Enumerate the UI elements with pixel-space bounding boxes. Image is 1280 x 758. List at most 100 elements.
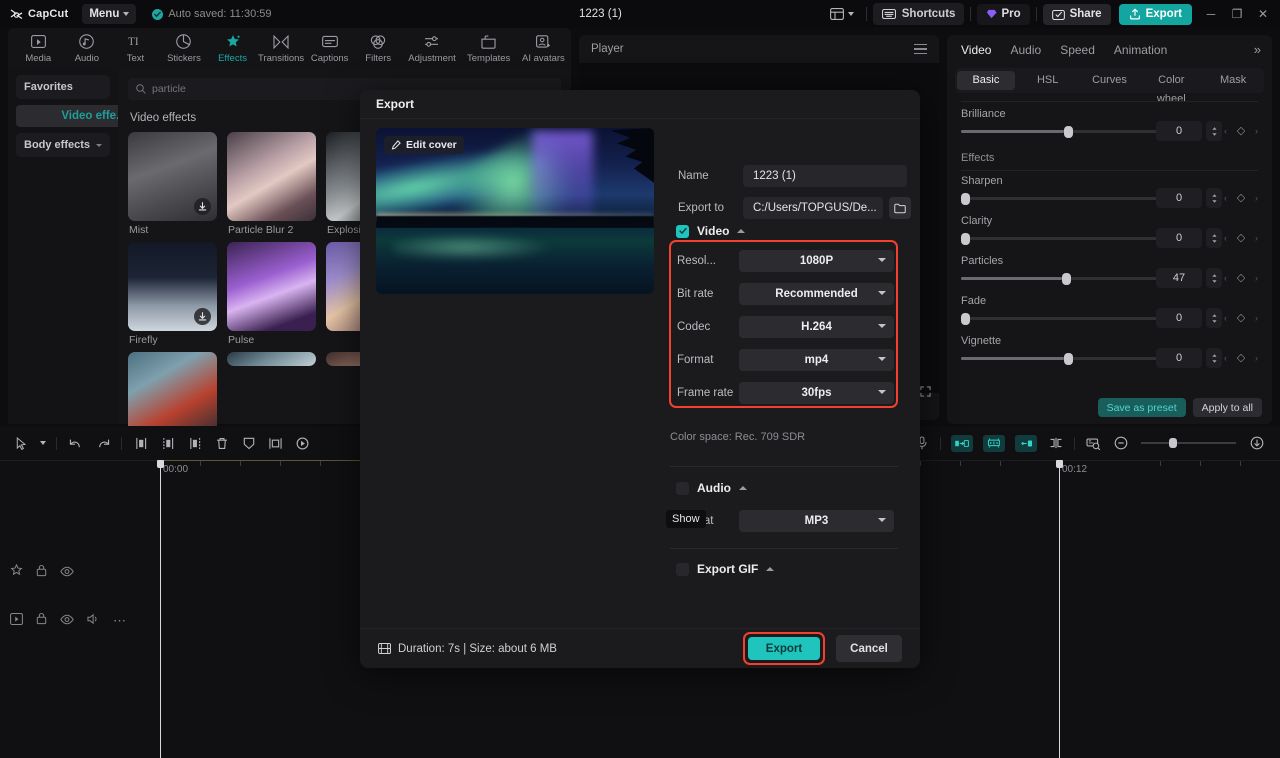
- vignette-value[interactable]: 0: [1156, 348, 1202, 368]
- video-section-header[interactable]: Video: [676, 224, 745, 238]
- redo-tool[interactable]: [89, 426, 116, 460]
- keyframe-controls[interactable]: ‹◇›: [1224, 230, 1258, 245]
- stepper-icon[interactable]: [1206, 121, 1222, 141]
- tab-video[interactable]: Video: [961, 43, 991, 57]
- shortcuts-button[interactable]: Shortcuts: [873, 3, 965, 25]
- minimize-button[interactable]: ─: [1198, 0, 1224, 28]
- visibility-icon[interactable]: [60, 612, 74, 630]
- sidebar-item-favorites[interactable]: Favorites: [16, 75, 110, 99]
- effect-card[interactable]: Firefly: [128, 242, 223, 346]
- sharpen-value[interactable]: 0: [1156, 188, 1202, 208]
- tab-speed[interactable]: Speed: [1060, 43, 1095, 57]
- stepper-icon[interactable]: [1206, 308, 1222, 328]
- particles-value[interactable]: 47: [1156, 268, 1202, 288]
- download-icon[interactable]: [194, 198, 211, 215]
- delete-tool[interactable]: [208, 426, 235, 460]
- reverse-tool[interactable]: [1010, 426, 1042, 460]
- visibility-icon[interactable]: [60, 564, 74, 582]
- subtab-color-wheel[interactable]: Color wheel: [1142, 71, 1200, 90]
- export-button-top[interactable]: Export: [1119, 4, 1192, 25]
- stepper-icon[interactable]: [1206, 188, 1222, 208]
- bitrate-select[interactable]: Recommended: [739, 283, 894, 305]
- nav-item-stickers[interactable]: Stickers: [160, 34, 209, 64]
- pro-button[interactable]: Pro: [977, 4, 1029, 25]
- effect-card[interactable]: Particle Blur 2: [227, 132, 322, 236]
- nav-item-audio[interactable]: Audio: [63, 34, 112, 64]
- chevron-up-icon[interactable]: [737, 229, 745, 233]
- playhead-secondary[interactable]: [1059, 460, 1060, 758]
- effect-track-icon[interactable]: [10, 564, 23, 582]
- stepper-icon[interactable]: [1206, 228, 1222, 248]
- gif-checkbox[interactable]: [676, 563, 689, 576]
- format-select[interactable]: mp4: [739, 349, 894, 371]
- chevron-up-icon[interactable]: [739, 486, 747, 490]
- cancel-button[interactable]: Cancel: [836, 635, 902, 662]
- split-tool[interactable]: [127, 426, 154, 460]
- undo-tool[interactable]: [62, 426, 89, 460]
- clarity-slider[interactable]: [961, 237, 1175, 240]
- share-button[interactable]: Share: [1043, 4, 1111, 25]
- effect-card[interactable]: Pulse: [227, 242, 322, 346]
- nav-item-ai-avatars[interactable]: AI avatars: [516, 34, 571, 64]
- keyframe-controls[interactable]: ‹◇›: [1224, 270, 1258, 285]
- trim-right-tool[interactable]: [181, 426, 208, 460]
- nav-item-effects[interactable]: Effects: [208, 34, 257, 64]
- apply-to-all-button[interactable]: Apply to all: [1193, 398, 1262, 417]
- name-field[interactable]: 1223 (1): [743, 165, 907, 187]
- browse-folder-button[interactable]: [889, 197, 911, 219]
- cover-preview[interactable]: Edit cover: [376, 128, 654, 294]
- subtab-curves[interactable]: Curves: [1081, 71, 1139, 90]
- mute-icon[interactable]: [87, 612, 100, 630]
- keyframe-controls[interactable]: ‹◇›: [1224, 350, 1258, 365]
- keyframe-controls[interactable]: ‹◇›: [1224, 310, 1258, 325]
- mask-tool[interactable]: [235, 426, 262, 460]
- subtab-mask[interactable]: Mask: [1204, 71, 1262, 90]
- codec-select[interactable]: H.264: [739, 316, 894, 338]
- zoom-fit-button[interactable]: [1243, 426, 1270, 460]
- clarity-value[interactable]: 0: [1156, 228, 1202, 248]
- particles-slider[interactable]: [961, 277, 1175, 280]
- timeline-zoom-slider[interactable]: [1141, 442, 1236, 444]
- audio-checkbox[interactable]: [676, 482, 689, 495]
- more-options-icon[interactable]: ⋯: [113, 617, 126, 625]
- sharpen-slider[interactable]: [961, 197, 1175, 200]
- brilliance-value[interactable]: 0: [1156, 121, 1202, 141]
- player-menu-icon[interactable]: [914, 44, 927, 55]
- menu-button[interactable]: Menu: [82, 4, 136, 24]
- playhead[interactable]: [160, 460, 161, 758]
- tab-animation[interactable]: Animation: [1114, 43, 1167, 57]
- maximize-button[interactable]: ❐: [1224, 0, 1250, 28]
- close-button[interactable]: ✕: [1250, 0, 1276, 28]
- audio-format-select[interactable]: MP3: [739, 510, 894, 532]
- trim-left-tool[interactable]: [154, 426, 181, 460]
- nav-item-media[interactable]: Media: [14, 34, 63, 64]
- keyframe-controls[interactable]: ‹◇›: [1224, 123, 1258, 138]
- keyframe-controls[interactable]: ‹◇›: [1224, 190, 1258, 205]
- zoom-out-button[interactable]: [1107, 426, 1134, 460]
- export-confirm-button[interactable]: Export: [748, 637, 820, 660]
- video-track-icon[interactable]: [10, 612, 23, 630]
- tab-audio[interactable]: Audio: [1010, 43, 1041, 57]
- stepper-icon[interactable]: [1206, 348, 1222, 368]
- zoom-knob[interactable]: [1169, 438, 1177, 448]
- edit-cover-button[interactable]: Edit cover: [384, 136, 464, 154]
- nav-item-text[interactable]: TI Text: [111, 34, 160, 64]
- lock-icon[interactable]: [36, 564, 47, 582]
- gif-section-header[interactable]: Export GIF: [676, 562, 774, 576]
- video-checkbox[interactable]: [676, 225, 689, 238]
- resolution-select[interactable]: 1080P: [739, 250, 894, 272]
- freeze-tool[interactable]: [289, 426, 316, 460]
- sidebar-item-body-effects[interactable]: Body effects: [16, 133, 110, 157]
- chevron-up-icon[interactable]: [766, 567, 774, 571]
- speed-ramp-tool[interactable]: [946, 426, 978, 460]
- select-tool[interactable]: [8, 426, 35, 460]
- nav-item-filters[interactable]: Filters: [354, 34, 403, 64]
- nav-item-transitions[interactable]: Transitions: [257, 34, 306, 64]
- vignette-slider[interactable]: [961, 357, 1175, 360]
- nav-item-captions[interactable]: Captions: [305, 34, 354, 64]
- nav-item-adjustment[interactable]: Adjustment: [403, 34, 462, 64]
- save-as-preset-button[interactable]: Save as preset: [1098, 398, 1186, 417]
- nav-item-templates[interactable]: Templates: [462, 34, 516, 64]
- link-tool[interactable]: [1042, 426, 1069, 460]
- stepper-icon[interactable]: [1206, 268, 1222, 288]
